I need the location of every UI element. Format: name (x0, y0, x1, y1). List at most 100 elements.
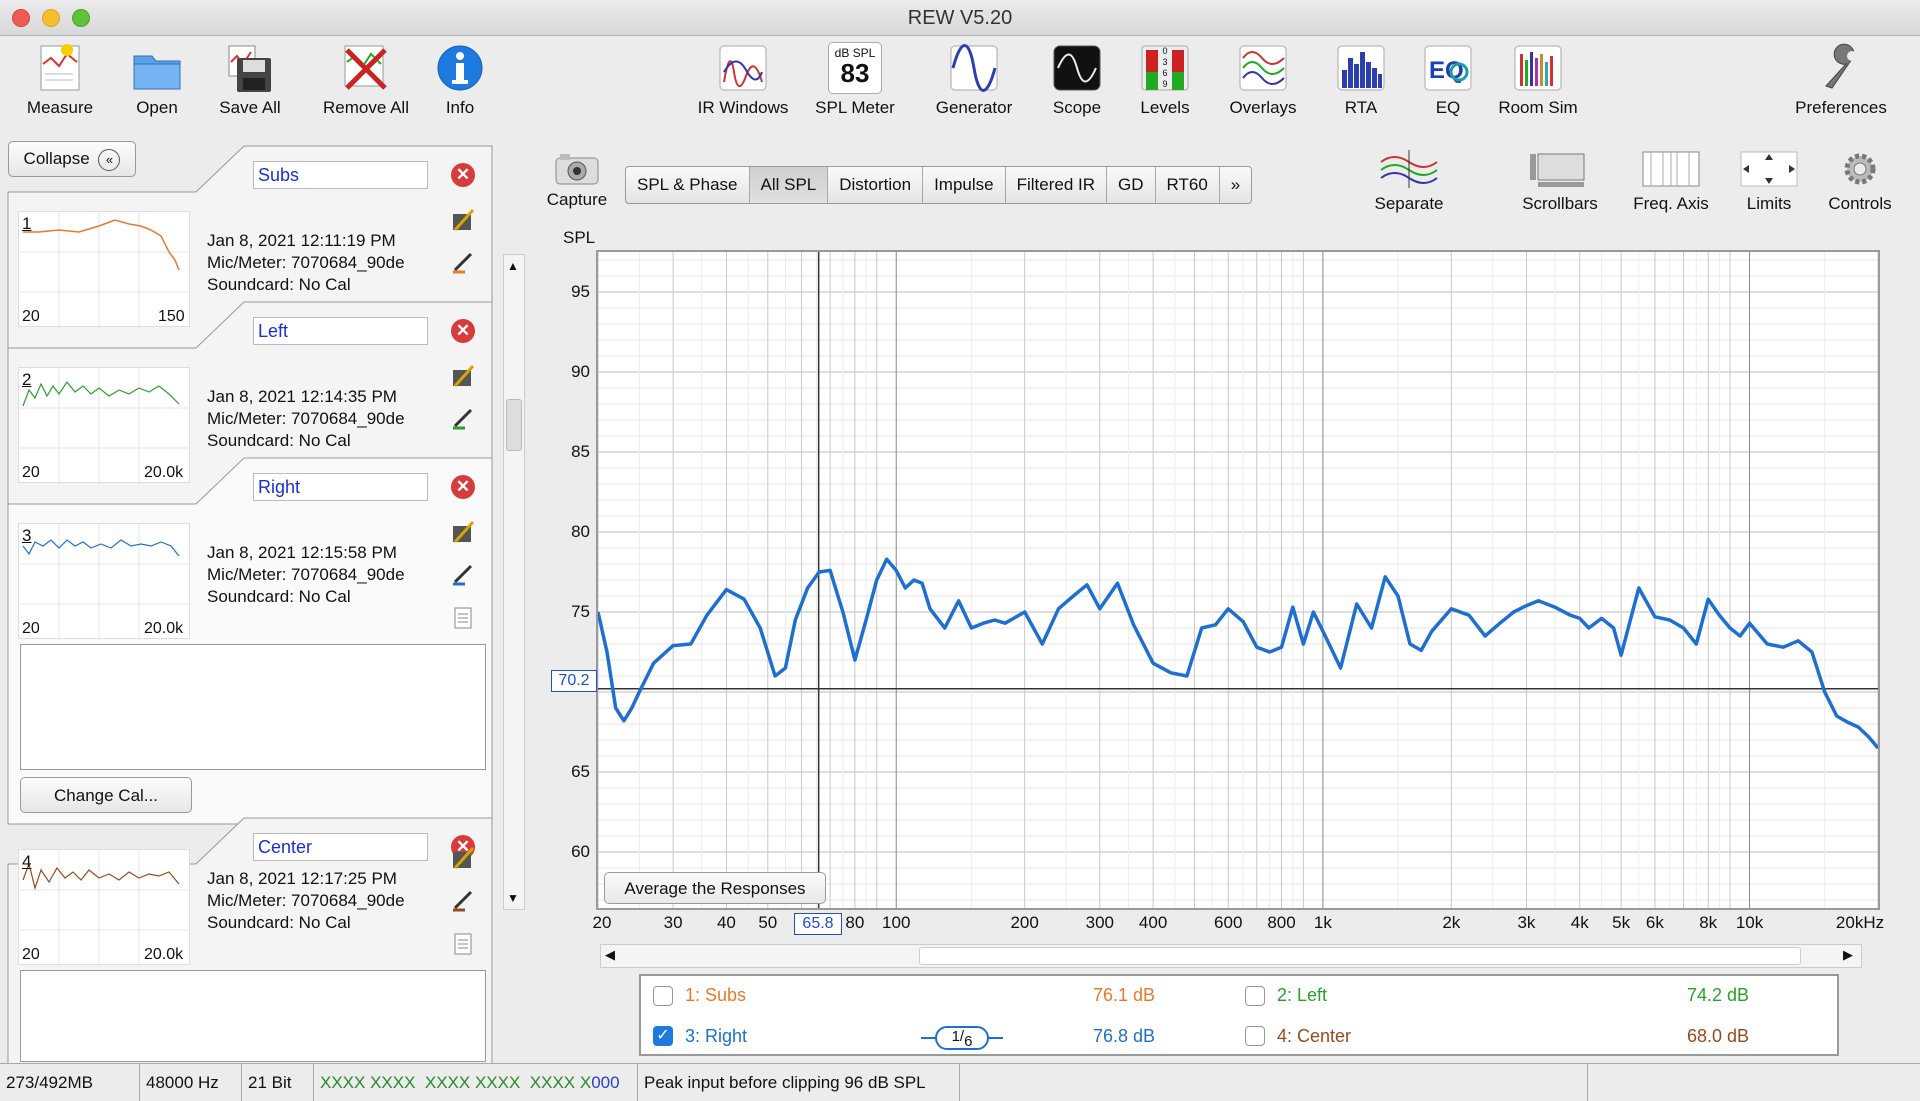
graph-scroll-thumb[interactable] (919, 947, 1801, 965)
info-button[interactable]: Info (430, 42, 490, 118)
delete-measurement-button[interactable]: ✕ (451, 319, 475, 343)
measurement-name-input[interactable]: Right (253, 473, 428, 501)
scrollbars-icon (1530, 153, 1585, 187)
legend-checkbox-left[interactable] (1245, 986, 1265, 1006)
graph-tab-bar: SPL & Phase All SPL Distortion Impulse F… (625, 166, 1253, 204)
memory-usage: 273/492MB (0, 1064, 140, 1101)
scope-icon (1053, 45, 1101, 91)
folder-icon (133, 55, 181, 90)
measure-button[interactable]: Measure (18, 42, 102, 118)
freq-axis-button[interactable]: Freq. Axis (1624, 150, 1718, 214)
scope-edit-icon[interactable] (451, 364, 475, 388)
average-responses-button[interactable]: Average the Responses (604, 872, 826, 904)
peak-input-status: Peak input before clipping 96 dB SPL (638, 1064, 960, 1101)
levels-label: Levels (1140, 98, 1190, 117)
remove-all-icon (344, 45, 387, 90)
measurement-notes-area[interactable] (20, 644, 486, 770)
limits-icon (1740, 151, 1798, 187)
x-tick-label: 400 (1138, 913, 1168, 932)
pen-icon[interactable] (451, 562, 475, 586)
graph-scrollbar[interactable]: ◀ ▶ (600, 944, 1862, 968)
measurement-name-input[interactable]: Center (253, 833, 428, 861)
tab-filtered-ir[interactable]: Filtered IR (1006, 167, 1108, 203)
open-button[interactable]: Open (122, 42, 192, 118)
separate-button[interactable]: Separate (1364, 150, 1454, 214)
x-tick-label: 20 (592, 913, 612, 932)
preferences-button[interactable]: Preferences (1786, 42, 1896, 118)
controls-label: Controls (1828, 194, 1892, 213)
tab-rt60[interactable]: RT60 (1156, 167, 1220, 203)
delete-measurement-button[interactable]: ✕ (451, 163, 475, 187)
status-empty-right (1588, 1064, 1920, 1101)
overlays-label: Overlays (1229, 98, 1297, 117)
scroll-up-icon[interactable]: ▲ (507, 259, 519, 273)
ir-windows-button[interactable]: IR Windows (693, 42, 793, 118)
legend-checkbox-right[interactable]: ✓ (653, 1026, 673, 1046)
notes-icon[interactable] (451, 606, 475, 630)
measurement-name-input[interactable]: Left (253, 317, 428, 345)
scope-button[interactable]: Scope (1040, 42, 1114, 118)
status-empty (960, 1064, 1588, 1101)
measurement-soundcard: Soundcard: No Cal (207, 587, 351, 606)
y-tick-label: 90 (571, 362, 590, 381)
generator-button[interactable]: Generator (924, 42, 1024, 118)
measurement-date: Jan 8, 2021 12:14:35 PM (207, 387, 397, 406)
freq-axis-icon (1642, 151, 1700, 187)
sidebar-scroll-thumb[interactable] (506, 399, 522, 451)
tab-more[interactable]: » (1220, 167, 1251, 203)
scroll-down-icon[interactable]: ▼ (507, 891, 519, 905)
eq-button[interactable]: EQ EQ (1418, 42, 1478, 118)
tab-distortion[interactable]: Distortion (828, 167, 924, 203)
spl-graph[interactable] (596, 250, 1880, 910)
window-title: REW V5.20 (907, 7, 1013, 29)
input-status: XXXX XXXX XXXX XXXX XXXX X000 (314, 1064, 638, 1101)
rta-icon (1337, 45, 1385, 91)
series-line-right[interactable] (596, 557, 1880, 750)
info-label: Info (445, 98, 475, 117)
rta-button[interactable]: RTA (1330, 42, 1392, 118)
legend-value-right: 76.8 dB (1093, 1026, 1156, 1046)
limits-button[interactable]: Limits (1738, 150, 1800, 214)
separate-icon (1380, 150, 1438, 188)
notes-icon[interactable] (451, 932, 475, 956)
measurement-soundcard: Soundcard: No Cal (207, 275, 351, 294)
x-tick-label: 10k (1735, 913, 1764, 932)
spl-meter-button[interactable]: dB SPL 83 SPL Meter (810, 42, 900, 118)
tab-spl-phase[interactable]: SPL & Phase (626, 167, 750, 203)
tab-impulse[interactable]: Impulse (923, 167, 1006, 203)
measurement-legend: 1: Subs 76.1 dB 2: Left 74.2 dB ✓ 3: Rig… (639, 974, 1839, 1056)
smoothing-indicator[interactable]: 1/6 (921, 1026, 1003, 1050)
scrollbars-button[interactable]: Scrollbars (1508, 150, 1612, 214)
scroll-right-icon[interactable]: ▶ (1843, 947, 1853, 963)
tab-gd[interactable]: GD (1107, 167, 1156, 203)
overlays-button[interactable]: Overlays (1218, 42, 1308, 118)
sidebar-scrollbar[interactable]: ▲ ▼ (503, 254, 525, 910)
legend-checkbox-subs[interactable] (653, 986, 673, 1006)
pen-icon[interactable] (451, 406, 475, 430)
measurement-notes-area[interactable] (20, 970, 486, 1062)
measurement-name-input[interactable]: Subs (253, 161, 428, 189)
scope-edit-icon[interactable] (451, 520, 475, 544)
spl-graph-plot[interactable] (596, 252, 1880, 908)
room-sim-button[interactable]: Room Sim (1490, 42, 1586, 118)
delete-measurement-button[interactable]: ✕ (451, 475, 475, 499)
remove-all-button[interactable]: Remove All (314, 42, 418, 118)
capture-button[interactable]: Capture (540, 150, 614, 210)
change-cal-button[interactable]: Change Cal... (20, 777, 192, 813)
legend-label-left: 2: Left (1277, 985, 1328, 1005)
tab-all-spl[interactable]: All SPL (749, 167, 829, 203)
legend-checkbox-center[interactable] (1245, 1026, 1265, 1046)
pen-icon[interactable] (451, 888, 475, 912)
levels-button[interactable]: 0 3 6 9 Levels (1130, 42, 1200, 118)
scope-edit-icon[interactable] (451, 846, 475, 870)
scroll-left-icon[interactable]: ◀ (605, 947, 615, 963)
measurement-soundcard: Soundcard: No Cal (207, 431, 351, 450)
pen-icon[interactable] (451, 250, 475, 274)
scope-edit-icon[interactable] (451, 208, 475, 232)
legend-value-left: 74.2 dB (1687, 985, 1750, 1005)
eq-label: EQ (1435, 98, 1461, 117)
measurement-mic: Mic/Meter: 7070684_90de (207, 409, 405, 428)
controls-button[interactable]: Controls (1820, 150, 1900, 214)
measurement-mic: Mic/Meter: 7070684_90de (207, 891, 405, 910)
save-all-button[interactable]: Save All (210, 42, 290, 118)
